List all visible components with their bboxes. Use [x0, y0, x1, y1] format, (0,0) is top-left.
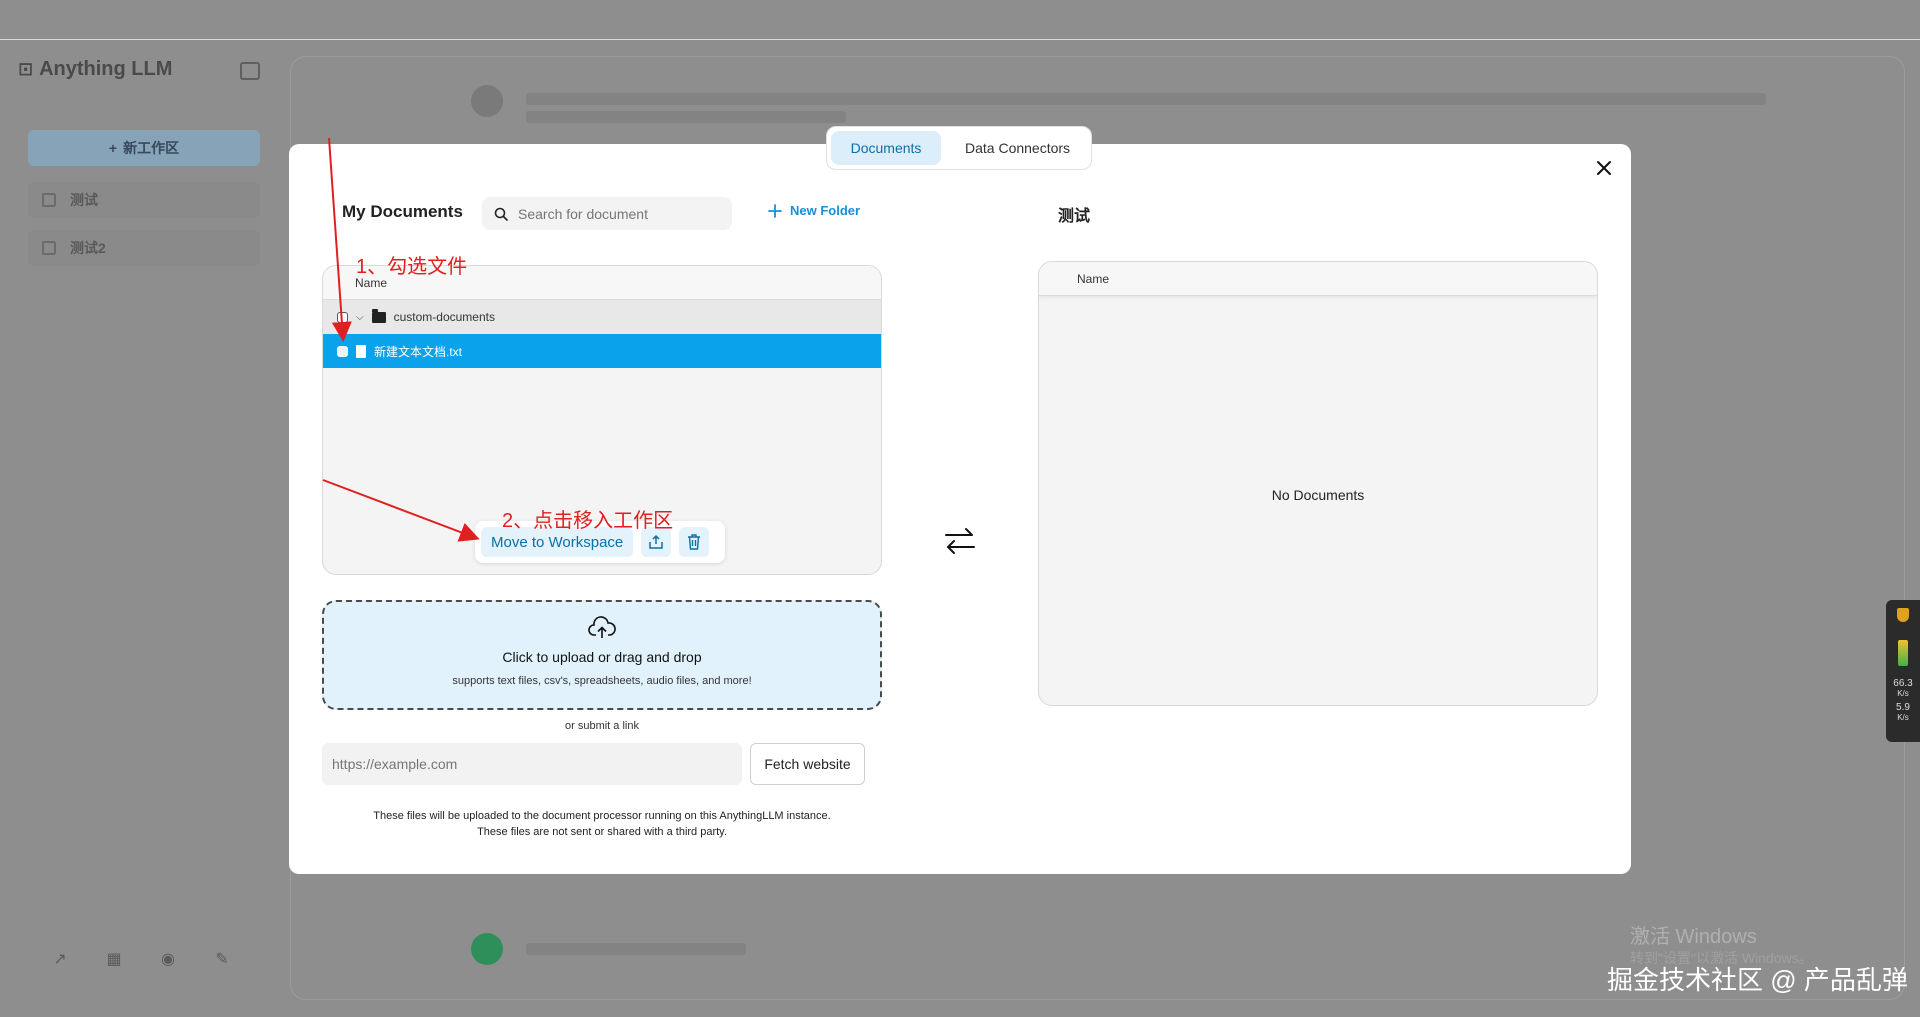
annotation-step-2: 2、点击移入工作区	[502, 510, 674, 532]
link-icon[interactable]: ↗	[50, 950, 70, 970]
workspace-icon	[42, 241, 56, 255]
file-icon	[356, 344, 366, 358]
plus-icon	[768, 203, 782, 218]
sidebar-footer: ↗ ▦ ◉ ✎	[50, 950, 232, 970]
file-row[interactable]: 新建文本文档.txt	[323, 334, 881, 368]
search-input[interactable]	[518, 205, 718, 222]
workspace-title: 测试	[1058, 208, 1091, 225]
delete-button[interactable]	[679, 527, 710, 557]
fetch-website-button[interactable]: Fetch website	[750, 743, 865, 785]
swap-arrows-icon	[944, 526, 976, 561]
sidebar-workspace-item[interactable]: 测试2	[28, 230, 260, 266]
upload-dropzone[interactable]: Click to upload or drag and drop support…	[322, 600, 882, 710]
empty-state: No Documents	[1271, 487, 1365, 503]
wrench-icon[interactable]: ✎	[212, 950, 232, 970]
trash-icon	[688, 534, 701, 550]
sidebar-workspace-item[interactable]: 测试	[28, 182, 260, 218]
folder-name: custom-documents	[393, 310, 495, 324]
sidebar: ⊡ Anything LLM + 新工作区 测试 测试2 ↗ ▦ ◉ ✎	[0, 40, 280, 1017]
cloud-upload-icon	[588, 616, 616, 638]
url-input[interactable]	[322, 743, 742, 785]
modal-tabs: Documents Data Connectors	[826, 126, 1092, 170]
file-checkbox[interactable]	[337, 345, 348, 357]
column-header-name: Name	[1039, 262, 1597, 296]
logo-icon: ⊡	[18, 59, 34, 79]
workspace-documents-list: Name No Documents	[1038, 261, 1598, 706]
plus-icon: +	[108, 140, 118, 156]
shield-icon	[1897, 608, 1909, 622]
document-search	[482, 197, 732, 230]
new-folder-button[interactable]: New Folder	[768, 203, 860, 218]
new-workspace-button[interactable]: + 新工作区	[28, 130, 260, 166]
usage-bar	[1898, 640, 1908, 666]
logo-text: Anything LLM	[39, 58, 173, 80]
tab-data-connectors[interactable]: Data Connectors	[949, 131, 1086, 165]
chat-message-blurred	[526, 943, 746, 955]
upload-subtitle: supports text files, csv's, spreadsheets…	[452, 675, 752, 687]
network-speed-widget: 66.3 K/s 5.9 K/s	[1886, 600, 1920, 742]
top-bar	[0, 0, 1920, 40]
chat-message-blurred	[526, 111, 846, 123]
discord-icon[interactable]: ◉	[158, 950, 178, 970]
sidebar-toggle-icon[interactable]	[240, 62, 260, 80]
tab-documents[interactable]: Documents	[831, 131, 941, 165]
windows-activation-watermark: 激活 Windows	[1630, 926, 1757, 948]
avatar	[471, 85, 503, 117]
chevron-down-icon[interactable]: ⌵	[356, 312, 364, 323]
avatar	[471, 933, 503, 965]
my-documents-title: My Documents	[342, 202, 463, 221]
upload-title: Click to upload or drag and drop	[502, 649, 702, 665]
file-name: 新建文本文档.txt	[374, 344, 463, 359]
workspace-icon	[42, 193, 56, 207]
chat-message-blurred	[526, 93, 1766, 105]
folder-row[interactable]: ⌵ custom-documents	[323, 300, 881, 334]
upload-disclaimer: These files will be uploaded to the docu…	[373, 810, 831, 838]
or-submit-link-label: or submit a link	[565, 720, 639, 732]
folder-icon	[371, 308, 386, 323]
juejin-watermark: 掘金技术社区 @ 产品乱弹	[1607, 965, 1908, 995]
app-logo: ⊡ Anything LLM	[18, 58, 172, 81]
search-icon	[494, 207, 508, 221]
folder-upload-icon	[649, 534, 664, 549]
folder-checkbox[interactable]	[337, 311, 348, 323]
close-icon[interactable]	[1594, 158, 1614, 178]
book-icon[interactable]: ▦	[104, 950, 124, 970]
annotation-step-1: 1、勾选文件	[356, 256, 468, 278]
